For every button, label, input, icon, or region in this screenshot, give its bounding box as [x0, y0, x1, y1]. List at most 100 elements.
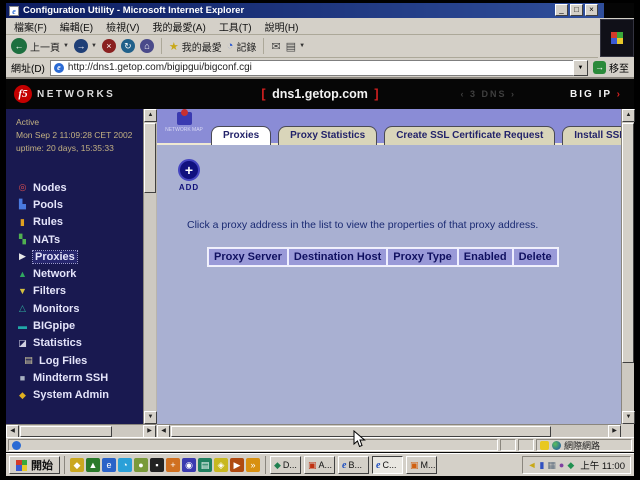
favorites-button[interactable]: ★ 我的最愛	[169, 39, 222, 54]
tab-install-ssl-certificate[interactable]: Install SSL Certifi	[562, 126, 621, 145]
start-button[interactable]: 開始	[9, 456, 60, 474]
menu-edit[interactable]: 編輯(E)	[60, 19, 93, 34]
quicklaunch-icon[interactable]: ◆	[70, 458, 84, 472]
quicklaunch-icon[interactable]: ▪	[150, 458, 164, 472]
sidebar-item-label: Pools	[33, 199, 63, 211]
print-dropdown-icon[interactable]: ▼	[299, 43, 305, 49]
column-header-destination-host[interactable]: Destination Host	[289, 249, 386, 265]
tray-scheduler-icon[interactable]: ●	[559, 461, 564, 470]
quicklaunch-icon[interactable]: ▲	[86, 458, 100, 472]
history-button[interactable]: ◔ 記錄	[227, 39, 257, 54]
sidebar-horizontal-scrollbar[interactable]: ◀ ▶	[6, 424, 156, 437]
task-button[interactable]: ▣M...	[406, 456, 437, 474]
tab-proxy-statistics[interactable]: Proxy Statistics	[278, 126, 377, 145]
forward-button[interactable]: → ▼	[74, 39, 97, 53]
address-label: 網址(D)	[11, 60, 45, 75]
maximize-button[interactable]: □	[570, 4, 583, 16]
tray-antivirus-icon[interactable]: ◆	[567, 461, 574, 470]
quicklaunch-icon[interactable]: ◔	[118, 458, 132, 472]
sidebar-item-nats[interactable]: ▚NATs	[16, 231, 142, 248]
quicklaunch-icon[interactable]: +	[166, 458, 180, 472]
sidebar-item-mindterm-ssh[interactable]: ■Mindterm SSH	[16, 369, 142, 386]
menu-tools[interactable]: 工具(T)	[219, 19, 252, 34]
quicklaunch-icon[interactable]: ▶	[230, 458, 244, 472]
task-button[interactable]: ▣A...	[304, 456, 335, 474]
quicklaunch-icon[interactable]: ◈	[214, 458, 228, 472]
add-button-label: ADD	[169, 183, 209, 192]
mail-button[interactable]: ✉	[271, 40, 280, 53]
tray-volume-icon[interactable]: ◄	[528, 461, 537, 470]
desktop: e Configuration Utility - Microsoft Inte…	[6, 3, 634, 475]
forward-dropdown-icon[interactable]: ▼	[91, 43, 97, 49]
quicklaunch-icon[interactable]: ◉	[182, 458, 196, 472]
print-icon: ▤	[286, 40, 296, 53]
menu-help[interactable]: 說明(H)	[265, 19, 299, 34]
tab-proxies[interactable]: Proxies	[211, 126, 271, 145]
refresh-button[interactable]: ↻	[121, 39, 135, 53]
quicklaunch-icon[interactable]: e	[102, 458, 116, 472]
sidebar-item-system-admin[interactable]: ◆System Admin	[16, 387, 142, 404]
scroll-up-arrow[interactable]: ▲	[144, 109, 157, 122]
add-proxy-button[interactable]: + ADD	[169, 159, 209, 192]
scroll-thumb[interactable]	[622, 123, 634, 363]
proxies-content: + ADD Click a proxy address in the list …	[157, 145, 621, 424]
minimize-button[interactable]: _	[555, 4, 568, 16]
sidebar-item-monitors[interactable]: △Monitors	[16, 300, 142, 317]
sidebar-item-log-files[interactable]: ▤Log Files	[16, 352, 142, 369]
quicklaunch-icon[interactable]: »	[246, 458, 260, 472]
column-header-proxy-server[interactable]: Proxy Server	[209, 249, 287, 265]
sidebar-item-proxies[interactable]: ▶Proxies	[16, 248, 142, 265]
print-button[interactable]: ▤ ▼	[286, 40, 305, 53]
quicklaunch-icon[interactable]: ●	[134, 458, 148, 472]
sidebar-item-filters[interactable]: ▼Filters	[16, 283, 142, 300]
task-button[interactable]: eB...	[338, 456, 369, 474]
close-button[interactable]: ×	[585, 4, 598, 16]
tray-display-icon[interactable]: ▦	[547, 461, 556, 470]
task-button-active[interactable]: eC...	[372, 456, 403, 474]
scroll-thumb[interactable]	[144, 123, 156, 193]
sidebar-item-pools[interactable]: ▙ Pools	[16, 196, 142, 213]
back-dropdown-icon[interactable]: ▼	[63, 43, 69, 49]
rules-icon: ▮	[16, 217, 29, 228]
scroll-right-arrow[interactable]: ▶	[143, 425, 156, 438]
pools-icon: ▙	[16, 199, 29, 210]
proxies-icon: ▶	[16, 251, 29, 262]
menu-file[interactable]: 檔案(F)	[14, 19, 47, 34]
scroll-right-arrow[interactable]: ▶	[608, 425, 621, 438]
scroll-down-arrow[interactable]: ▼	[622, 411, 635, 424]
bigpipe-icon: ▬	[16, 321, 29, 331]
network-map-button[interactable]: NETWORK MAP	[162, 112, 206, 133]
sidebar-vertical-scrollbar[interactable]: ▲ ▼	[143, 109, 156, 424]
scroll-down-arrow[interactable]: ▼	[144, 411, 157, 424]
scroll-up-arrow[interactable]: ▲	[622, 109, 635, 122]
statusbar: 網際網路	[6, 437, 634, 452]
sidebar-item-bigpipe[interactable]: ▬BIGpipe	[16, 317, 142, 334]
menu-favorites[interactable]: 我的最愛(A)	[152, 19, 205, 34]
sidebar-item-network[interactable]: ▲Network	[16, 265, 142, 282]
address-input[interactable]: e http://dns1.getop.com/bigipgui/bigconf…	[50, 60, 587, 76]
security-warning-icon	[540, 441, 549, 450]
scroll-left-arrow[interactable]: ◀	[157, 425, 170, 438]
tab-create-ssl-certificate-request[interactable]: Create SSL Certificate Request	[384, 126, 555, 145]
addressbar: 網址(D) e http://dns1.getop.com/bigipgui/b…	[6, 58, 634, 79]
back-button[interactable]: ← 上一頁 ▼	[11, 38, 69, 54]
column-header-delete[interactable]: Delete	[514, 249, 557, 265]
sidebar-item-rules[interactable]: ▮Rules	[16, 214, 142, 231]
stop-button[interactable]: ×	[102, 39, 116, 53]
go-button[interactable]: → 移至	[593, 60, 629, 75]
scroll-thumb[interactable]	[20, 426, 112, 437]
scroll-left-arrow[interactable]: ◀	[6, 425, 19, 438]
main-horizontal-scrollbar[interactable]: ◀ ▶	[157, 424, 621, 437]
tray-network-icon[interactable]: ▮	[539, 461, 544, 470]
task-button[interactable]: ◆D...	[270, 456, 301, 474]
address-dropdown-button[interactable]: ▼	[573, 60, 588, 76]
menu-view[interactable]: 檢視(V)	[106, 19, 139, 34]
quicklaunch-icon[interactable]: ▤	[198, 458, 212, 472]
sidebar-item-nodes[interactable]: ◎Nodes	[16, 179, 142, 196]
sidebar-item-statistics[interactable]: ◪Statistics	[16, 335, 142, 352]
main-vertical-scrollbar[interactable]: ▲ ▼	[621, 109, 634, 424]
column-header-enabled[interactable]: Enabled	[459, 249, 512, 265]
column-header-proxy-type[interactable]: Proxy Type	[388, 249, 457, 265]
home-button[interactable]: ⌂	[140, 39, 154, 53]
favorites-icon: ★	[169, 40, 179, 53]
